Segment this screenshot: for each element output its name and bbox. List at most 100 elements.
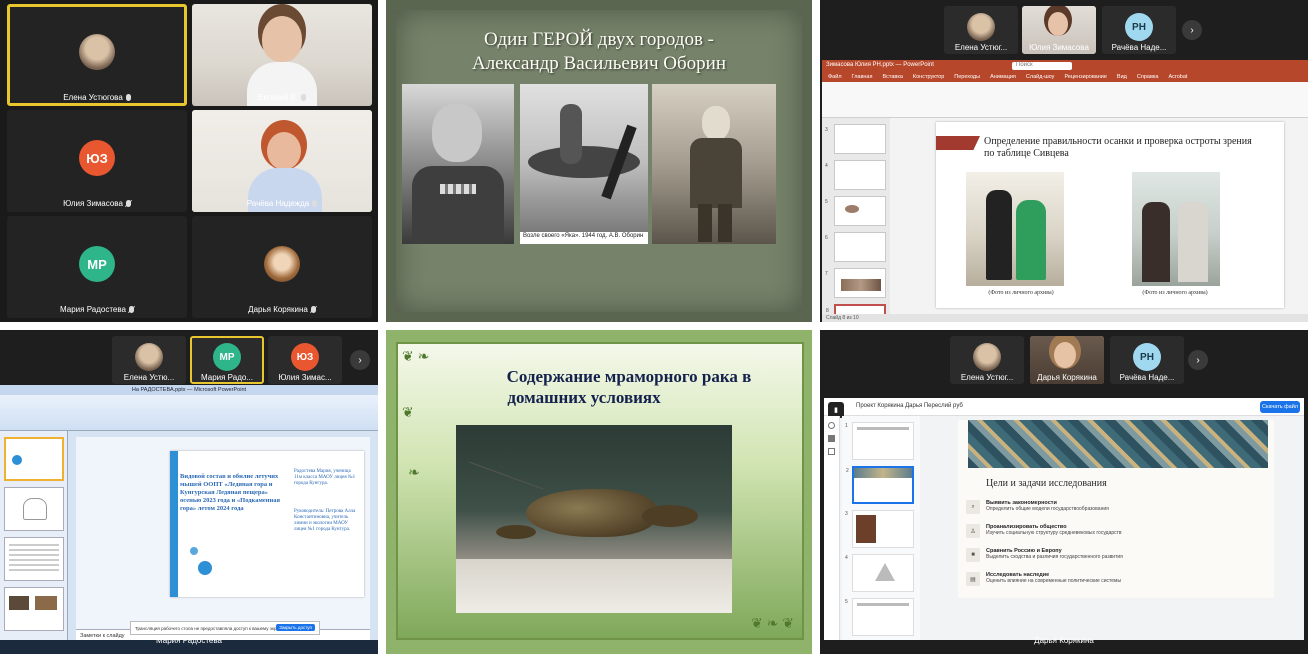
slide-thumbnail[interactable]: 4	[825, 160, 886, 190]
crayfish-tail	[642, 505, 698, 527]
slide-thumbnail[interactable]: 3	[845, 510, 914, 548]
avatar: РН	[1125, 13, 1153, 41]
strip-tile-maria[interactable]: МР Мария Радо...	[190, 336, 264, 384]
slide-heading: Цели и задачи исследования	[986, 478, 1107, 489]
photo-caption-right: (Фото из личного архива)	[1142, 290, 1208, 296]
slide-title: Один ГЕРОЙ двух городов - Александр Васи…	[471, 29, 727, 74]
menu-animation[interactable]: Анимация	[990, 74, 1016, 80]
participant-name: Рачёва Наде...	[1119, 373, 1175, 382]
strip-tile-darya[interactable]: Дарья Корякина	[1030, 336, 1104, 384]
menu-slideshow[interactable]: Слайд-шоу	[1026, 74, 1055, 80]
slide-thumbnail[interactable]	[4, 487, 64, 531]
chevron-right-icon: ›	[1196, 354, 1200, 366]
video-feed	[192, 110, 372, 212]
chevron-right-icon: ›	[1190, 24, 1194, 36]
ppt-menu-bar: Файл Главная Вставка Конструктор Переход…	[822, 72, 1308, 82]
slide-thumbnails: 1 2 3 4 5	[842, 416, 920, 640]
slide-thumbnail[interactable]	[4, 587, 64, 631]
participant-name: Дарья Корякина	[192, 305, 372, 314]
menu-insert[interactable]: Вставка	[882, 74, 902, 80]
zoom-gallery-panel: Елена Устюгова Евгений В. ЮЗ Юлия Зимасо…	[0, 0, 378, 322]
participant-name: Рачёва Наде...	[1111, 43, 1167, 52]
participant-tile-evgeniy[interactable]: Евгений В.	[192, 4, 372, 106]
slide-thumbnails: 3 4 5 6 7 8	[822, 118, 890, 322]
participant-tile-elena[interactable]: Елена Устюгова	[7, 4, 187, 106]
search-icon[interactable]	[828, 422, 835, 429]
posture-photo-left	[966, 172, 1064, 286]
vine-decoration: ❦	[402, 404, 414, 420]
participant-name: Елена Устюг...	[954, 43, 1008, 52]
menu-file[interactable]: Файл	[828, 74, 842, 80]
strip-tile-elena[interactable]: Елена Устюг...	[950, 336, 1024, 384]
goal-item: ♙ Проанализировать общество Изучить социал…	[966, 524, 1122, 538]
magnifier-icon: ⌕	[966, 500, 980, 514]
slide-thumbnail-selected[interactable]: 2	[846, 466, 914, 504]
next-page-button[interactable]: ›	[350, 350, 370, 370]
menu-home[interactable]: Главная	[852, 74, 873, 80]
participant-tile-darya[interactable]: Дарья Корякина	[192, 216, 372, 318]
download-button[interactable]: Скачать файл	[1260, 401, 1300, 413]
participant-name: Дарья Корякина	[1037, 373, 1097, 382]
ppt-title-bar: Зимасова Юлия РН.pptx — PowerPoint Поиск	[822, 60, 1308, 72]
map-banner-image	[968, 420, 1268, 468]
slide-thumbnail[interactable]: 3	[825, 124, 886, 154]
strip-tile-yulia[interactable]: ЮЗ Юлия Зимас...	[268, 336, 342, 384]
participant-name: Евгений В.	[192, 93, 372, 102]
layout-icon[interactable]	[828, 448, 835, 455]
person-icon: ♙	[966, 524, 980, 538]
goal-item: ■ Сравнить Россию и Европу Выделить сходст…	[966, 548, 1123, 562]
participant-name: Юлия Зимасова	[1029, 43, 1089, 52]
mic-muted-icon	[125, 200, 131, 208]
menu-view[interactable]: Вид	[1117, 74, 1127, 80]
goal-item: ▤ Исследовать наследие Оценить влияние на …	[966, 572, 1121, 586]
ppt-search-box[interactable]: Поиск	[1012, 62, 1072, 70]
slide-thumbnail[interactable]: 4	[845, 554, 914, 592]
grid-icon[interactable]	[828, 435, 835, 442]
slide-thumbnail[interactable]: 1	[845, 422, 914, 460]
menu-help[interactable]: Справка	[1137, 74, 1159, 80]
slide-thumbnail[interactable]: 5	[825, 196, 886, 226]
vine-decoration: ❧	[408, 464, 420, 480]
participant-name: Мария Радостева	[7, 305, 187, 314]
viewer-top-bar: Проект Корякина Дарья Переслий руб Скача…	[824, 398, 1304, 416]
menu-acrobat[interactable]: Acrobat	[1168, 74, 1187, 80]
menu-transitions[interactable]: Переходы	[954, 74, 980, 80]
strip-tile-elena[interactable]: Елена Устю...	[112, 336, 186, 384]
document-icon: ▤	[966, 572, 980, 586]
ppt-title-bar: На РАДОСТЕВА.pptx — Microsoft PowerPoint	[0, 385, 378, 395]
stop-share-button[interactable]: Закрыть доступ	[276, 624, 315, 631]
slide-title: Определение правильности осанки и провер…	[984, 136, 1252, 159]
ppt-ribbon[interactable]	[0, 395, 378, 431]
strip-tile-yulia[interactable]: Юлия Зимасова	[1022, 6, 1096, 54]
slide-author: Радостева Мария, ученица 11м класса МАОУ…	[294, 469, 356, 486]
crayfish-antenna	[468, 461, 544, 490]
slides-viewer: Проект Корякина Дарья Переслий руб Скача…	[824, 398, 1304, 640]
slide-thumbnail[interactable]: 5	[845, 598, 914, 636]
participant-tile-yulia[interactable]: ЮЗ Юлия Зимасова	[7, 110, 187, 212]
avatar	[79, 34, 115, 70]
ppt-ribbon[interactable]	[822, 82, 1308, 118]
slide-thumbnail[interactable]: 6	[825, 232, 886, 262]
participant-name: Рачёва Надежда	[192, 199, 372, 208]
strip-tile-nadezhda[interactable]: PH Рачёва Наде...	[1110, 336, 1184, 384]
next-page-button[interactable]: ›	[1188, 350, 1208, 370]
strip-tile-nadezhda[interactable]: РН Рачёва Наде...	[1102, 6, 1176, 54]
ppt-status-bar: Слайд 8 из 10	[822, 314, 1308, 322]
next-page-button[interactable]: ›	[1182, 20, 1202, 40]
slide-thumbnail[interactable]: 7	[825, 268, 886, 298]
slide-thumbnail-selected[interactable]	[4, 437, 64, 481]
participant-tile-nadezhda[interactable]: Рачёва Надежда	[192, 110, 372, 212]
slide-thumbnail[interactable]	[4, 537, 64, 581]
menu-design[interactable]: Конструктор	[913, 74, 944, 80]
participant-tile-maria[interactable]: МР Мария Радостева	[7, 216, 187, 318]
slide-canvas: Определение правильности осанки и провер…	[936, 122, 1284, 308]
video-feed	[192, 4, 372, 106]
menu-review[interactable]: Рецензирование	[1064, 74, 1106, 80]
strip-tile-elena[interactable]: Елена Устюг...	[944, 6, 1018, 54]
slide-background: Один ГЕРОЙ двух городов - Александр Васи…	[396, 10, 802, 312]
mic-icon	[312, 200, 318, 208]
avatar: МР	[213, 343, 241, 371]
slide-editing-area: Видовой состав и обилие летучих мышей ОО…	[76, 437, 370, 629]
slide-accent-ribbon	[936, 136, 980, 150]
slide-title: Видовой состав и обилие летучих мышей ОО…	[180, 473, 281, 512]
